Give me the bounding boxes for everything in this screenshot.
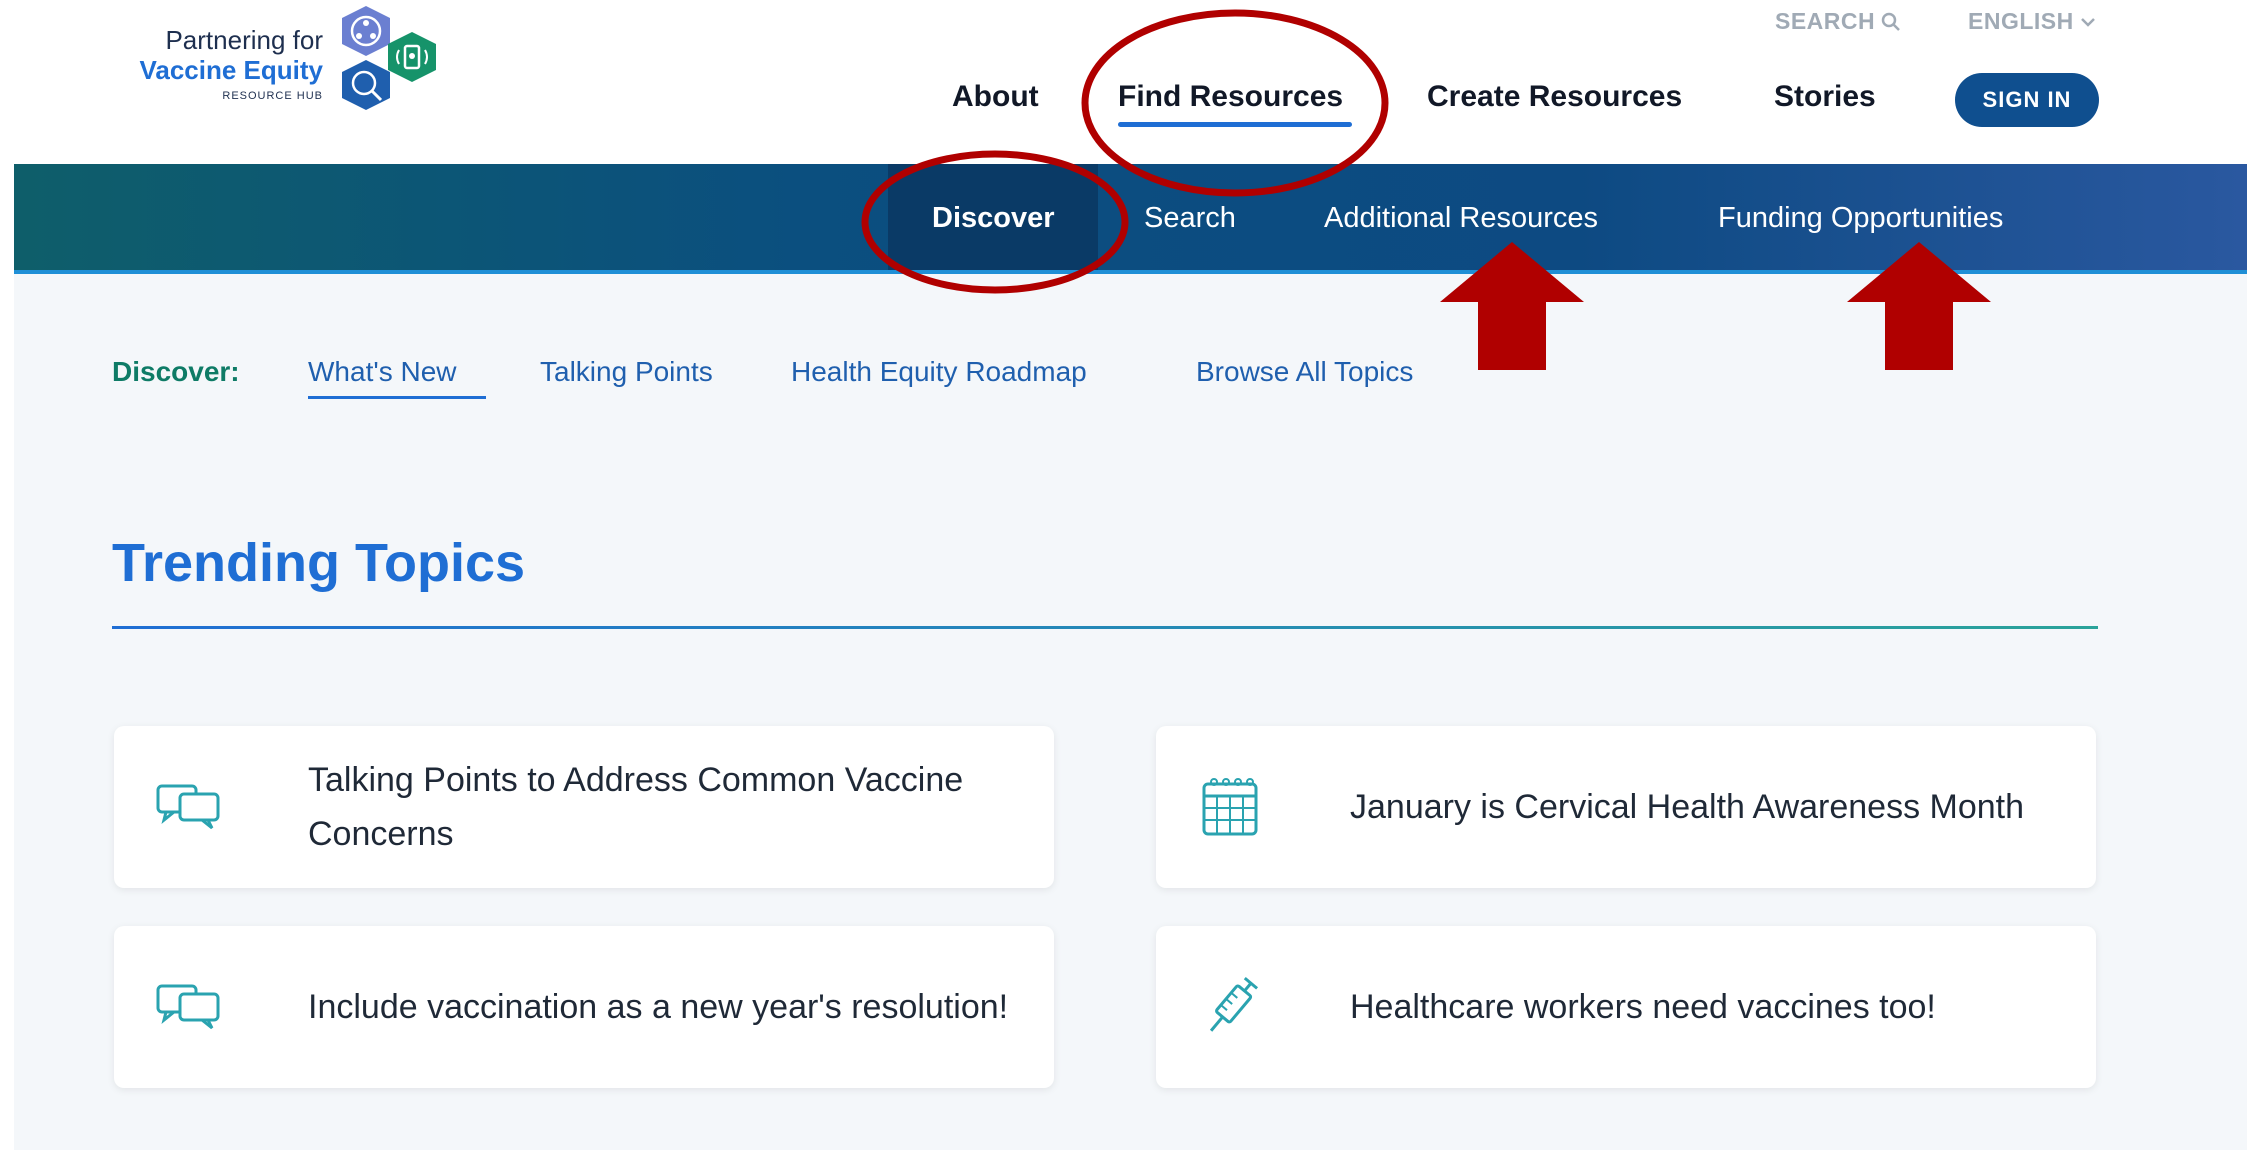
nav-create-resources[interactable]: Create Resources xyxy=(1427,80,1682,114)
logo-line-1: Partnering for xyxy=(165,25,323,55)
trending-card-text: January is Cervical Health Awareness Mon… xyxy=(1350,788,2025,826)
tab-health-equity-roadmap[interactable]: Health Equity Roadmap xyxy=(791,356,1087,388)
section-divider xyxy=(112,626,2098,629)
trending-card-text: Healthcare workers need vaccines too! xyxy=(1350,988,1936,1026)
subnav-search[interactable]: Search xyxy=(1144,202,1236,235)
trending-card-text: Talking Points to Address Common Vaccine… xyxy=(308,761,964,853)
header-search-label: SEARCH xyxy=(1775,8,1876,34)
logo-text: Partnering for Vaccine Equity RESOURCE H… xyxy=(108,25,323,102)
subnav-additional-resources[interactable]: Additional Resources xyxy=(1324,202,1598,235)
trending-card[interactable]: Healthcare workers need vaccines too! xyxy=(1156,926,2096,1088)
header-search-link[interactable]: SEARCH xyxy=(1775,8,1901,35)
subnav-discover[interactable]: Discover xyxy=(932,202,1055,235)
nav-find-resources[interactable]: Find Resources xyxy=(1118,80,1343,114)
speech-bubbles-icon xyxy=(156,784,220,830)
syringe-icon xyxy=(1209,976,1259,1032)
calendar-icon xyxy=(1202,778,1258,836)
tab-whats-new[interactable]: What's New xyxy=(308,356,457,388)
language-label: ENGLISH xyxy=(1968,8,2074,34)
tab-talking-points[interactable]: Talking Points xyxy=(540,356,713,388)
trending-card[interactable]: Include vaccination as a new year's reso… xyxy=(114,926,1054,1088)
sign-in-button[interactable]: SIGN IN xyxy=(1955,73,2099,127)
tab-active-underline xyxy=(308,396,486,399)
speech-bubbles-icon xyxy=(156,984,220,1030)
trending-topics-title: Trending Topics xyxy=(112,533,526,593)
discover-tabs-label: Discover: xyxy=(112,356,240,387)
trending-card[interactable]: Talking Points to Address Common Vaccine… xyxy=(114,726,1054,888)
chevron-down-icon xyxy=(2080,17,2095,27)
nav-about[interactable]: About xyxy=(952,80,1039,114)
search-icon xyxy=(1881,12,1901,31)
site-logo[interactable]: Partnering for Vaccine Equity RESOURCE H… xyxy=(108,4,478,130)
logo-line-2: Vaccine Equity xyxy=(139,54,323,85)
hexagon-cluster-logo-icon xyxy=(342,6,436,110)
tab-browse-all-topics[interactable]: Browse All Topics xyxy=(1196,356,1413,388)
logo-line-3: RESOURCE HUB xyxy=(222,89,323,102)
trending-card-text: Include vaccination as a new year's reso… xyxy=(308,988,1009,1026)
nav-active-underline xyxy=(1118,122,1352,127)
trending-card[interactable]: January is Cervical Health Awareness Mon… xyxy=(1156,726,2096,888)
language-selector[interactable]: ENGLISH xyxy=(1968,8,2096,35)
nav-stories[interactable]: Stories xyxy=(1774,80,1876,114)
subnav-funding-opportunities[interactable]: Funding Opportunities xyxy=(1718,202,2003,235)
